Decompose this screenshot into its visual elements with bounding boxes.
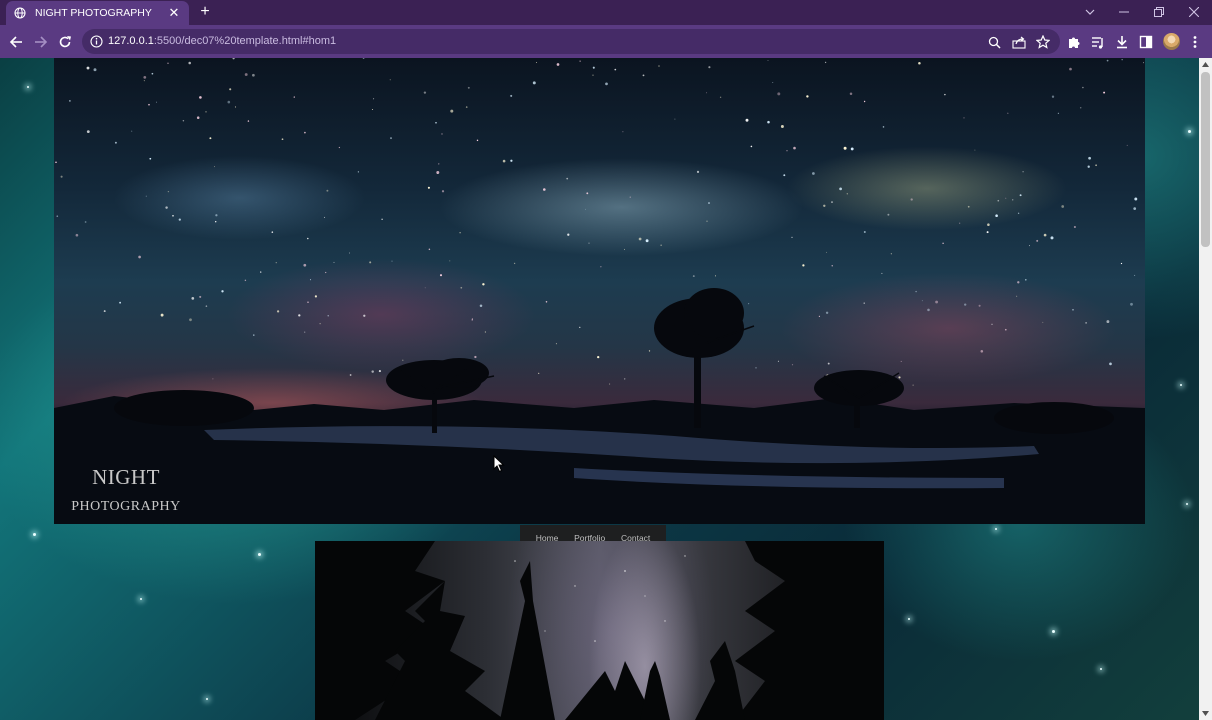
forward-button[interactable]: [32, 33, 50, 51]
landscape-silhouette: [54, 288, 1145, 524]
address-bar[interactable]: 127.0.0.1:5500/dec07%20template.html#hom…: [82, 29, 1060, 54]
forest-silhouette: [315, 541, 884, 720]
tab-close-icon[interactable]: ✕: [167, 6, 181, 20]
globe-icon: [14, 7, 26, 19]
info-icon[interactable]: [90, 35, 103, 48]
restore-icon[interactable]: [1150, 4, 1168, 20]
scroll-down-icon[interactable]: [1199, 707, 1212, 720]
scroll-up-icon[interactable]: [1199, 58, 1212, 71]
url-text[interactable]: 127.0.0.1:5500/dec07%20template.html#hom…: [108, 35, 336, 47]
background-star: [1052, 630, 1055, 633]
background-star: [140, 598, 142, 600]
browser-toolbar: 127.0.0.1:5500/dec07%20template.html#hom…: [0, 25, 1212, 58]
url-path: :5500/dec07%20template.html#hom1: [153, 35, 337, 47]
side-panel-icon[interactable]: [1137, 33, 1155, 51]
page-viewport: NIGHT PHOTOGRAPHY Home Portfolio Contact: [0, 58, 1199, 720]
background-star: [33, 533, 36, 536]
share-icon[interactable]: [1011, 34, 1027, 50]
kebab-menu-icon[interactable]: [1186, 33, 1204, 51]
page-scrollbar[interactable]: [1199, 58, 1212, 720]
tab-strip: NIGHT PHOTOGRAPHY ✕ +: [0, 0, 1212, 25]
scroll-thumb[interactable]: [1201, 72, 1210, 247]
hero-title-photography: PHOTOGRAPHY: [71, 499, 181, 514]
reload-button[interactable]: [56, 33, 74, 51]
reading-list-icon[interactable]: [1089, 33, 1107, 51]
mouse-cursor-icon: [493, 455, 505, 473]
browser-tab[interactable]: NIGHT PHOTOGRAPHY ✕: [6, 1, 189, 25]
close-window-icon[interactable]: [1185, 4, 1203, 20]
background-star: [27, 86, 29, 88]
download-icon[interactable]: [1113, 33, 1131, 51]
background-star: [995, 528, 997, 530]
background-star: [908, 618, 910, 620]
new-tab-button[interactable]: +: [196, 3, 214, 21]
background-star: [1188, 130, 1191, 133]
background-star: [206, 698, 208, 700]
magnifier-icon[interactable]: [986, 34, 1002, 50]
url-host: 127.0.0.1: [108, 35, 154, 47]
background-star: [258, 553, 261, 556]
avatar-icon[interactable]: [1163, 33, 1180, 50]
milky-way-photo: [315, 541, 884, 720]
hero-image: NIGHT PHOTOGRAPHY: [54, 58, 1145, 524]
tab-title: NIGHT PHOTOGRAPHY: [35, 7, 152, 19]
minimize-icon[interactable]: [1115, 4, 1133, 20]
background-star: [1186, 503, 1188, 505]
background-star: [1180, 384, 1182, 386]
background-star: [1100, 668, 1102, 670]
star-icon[interactable]: [1035, 34, 1051, 50]
back-button[interactable]: [7, 33, 25, 51]
tab-search-icon[interactable]: [1081, 4, 1099, 20]
hero-title-night: NIGHT: [92, 465, 160, 489]
puzzle-icon[interactable]: [1065, 33, 1083, 51]
